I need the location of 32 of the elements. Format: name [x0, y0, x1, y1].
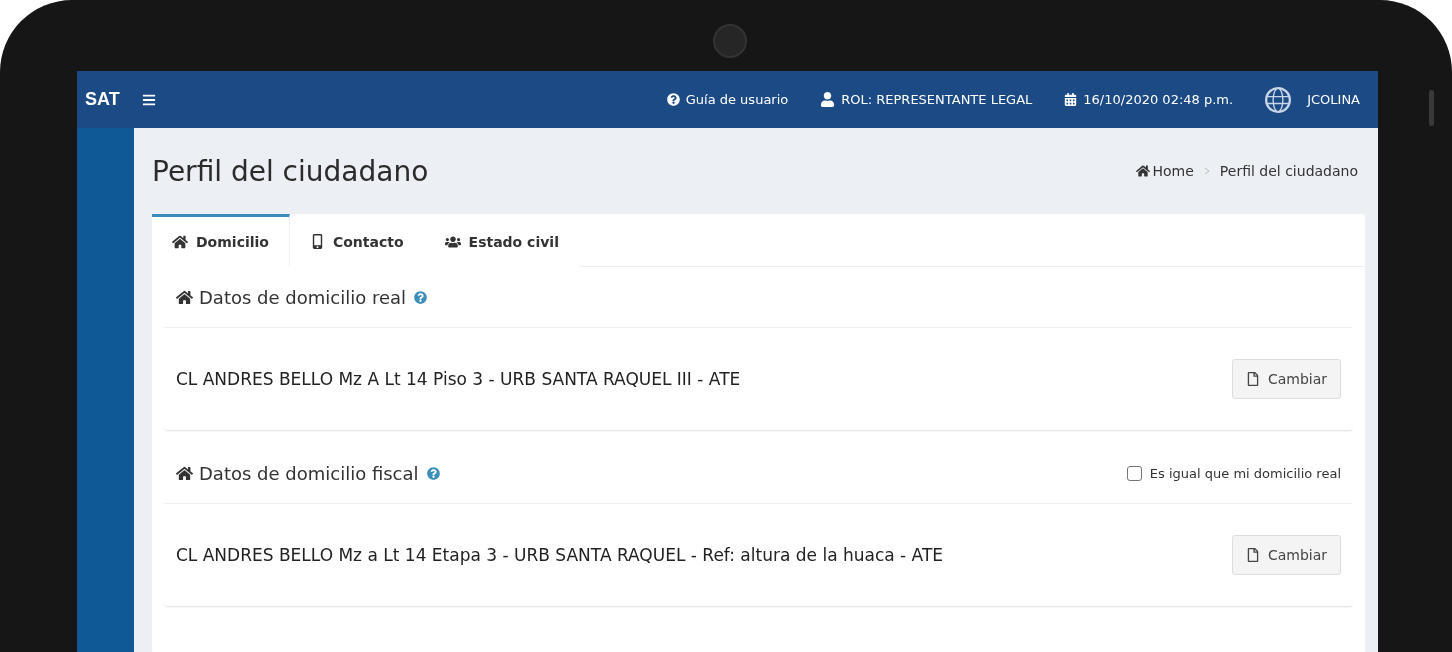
user-menu[interactable]: JCOLINA: [1265, 86, 1360, 113]
file-icon: [1245, 548, 1260, 562]
same-address-checkbox[interactable]: Es igual que mi domicilio real: [1126, 465, 1341, 481]
tab[interactable]: Domicilio: [152, 214, 290, 267]
date-time: 16/10/2020 02:48 p.m.: [1083, 92, 1234, 107]
breadcrumb-link[interactable]: Home: [1135, 163, 1194, 179]
help-icon: [666, 93, 680, 106]
home-icon: [176, 464, 193, 482]
home-icon: [172, 233, 188, 250]
page-title: Perfil del ciudadano: [152, 154, 429, 188]
address-text: CL ANDRES BELLO Mz A Lt 14 Piso 3 - URB SANTA RAQUEL III - ATE: [176, 369, 741, 389]
brand-logo: SAT: [85, 89, 120, 110]
help-icon[interactable]: [414, 290, 427, 304]
home-icon: [1135, 164, 1150, 178]
address-text: CL ANDRES BELLO Mz a Lt 14 Etapa 3 - URB SANTA RAQUEL - Ref: altura de la huaca - ATE: [176, 545, 944, 565]
camera-lens: [713, 24, 747, 58]
help-icon[interactable]: [426, 466, 440, 480]
breadcrumb-current: Perfil del ciudadano: [1219, 163, 1358, 179]
section-title: Datos de domicilio real: [199, 286, 406, 308]
change-button[interactable]: Cambiar: [1231, 359, 1341, 399]
avatar-icon: [1265, 86, 1292, 113]
section-title: Datos de domicilio fiscal: [199, 462, 419, 484]
checkbox[interactable]: [1126, 465, 1142, 481]
chevron-icon: [1203, 167, 1210, 175]
calendar-icon: [1064, 93, 1078, 106]
user-guide-link[interactable]: Guía de usuario: [666, 92, 789, 107]
role-label: ROL: REPRESENTANTE LEGAL: [841, 92, 1033, 107]
menu-button[interactable]: [141, 92, 156, 107]
file-icon: [1245, 372, 1260, 386]
user-icon: [820, 92, 836, 107]
change-button[interactable]: Cambiar: [1231, 535, 1341, 575]
home-icon: [176, 288, 193, 306]
